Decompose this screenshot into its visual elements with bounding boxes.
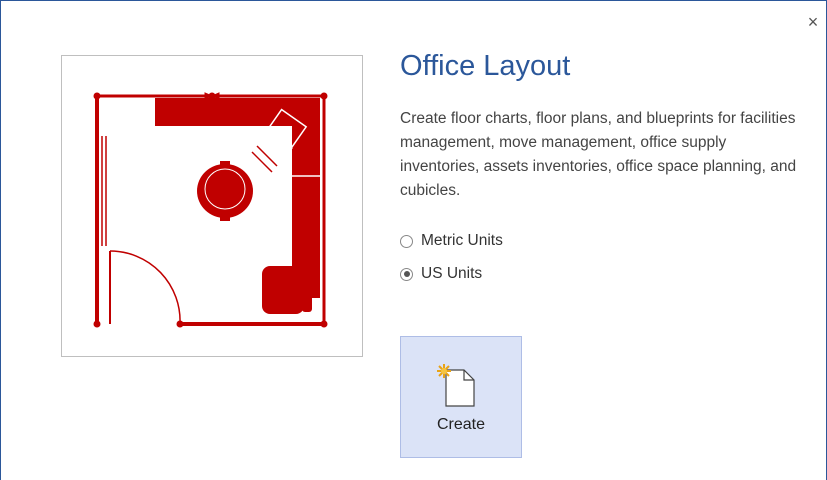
close-icon: × — [807, 12, 819, 32]
metric-units-radio[interactable]: Metric Units — [400, 230, 503, 252]
floor-plan-thumbnail — [93, 92, 328, 328]
radio-circle-icon — [400, 234, 413, 248]
us-units-label: US Units — [421, 265, 483, 282]
create-label: Create — [436, 416, 486, 433]
template-preview — [61, 55, 363, 357]
us-units-radio[interactable]: US Units — [400, 263, 482, 285]
template-title: Office Layout — [400, 50, 571, 82]
radio-selected-icon — [400, 267, 413, 281]
close-button[interactable]: × — [803, 12, 823, 32]
new-document-icon — [437, 364, 475, 407]
create-button[interactable]: Create — [400, 336, 522, 458]
metric-units-label: Metric Units — [421, 232, 503, 249]
template-description: Create floor charts, floor plans, and bl… — [400, 110, 797, 199]
